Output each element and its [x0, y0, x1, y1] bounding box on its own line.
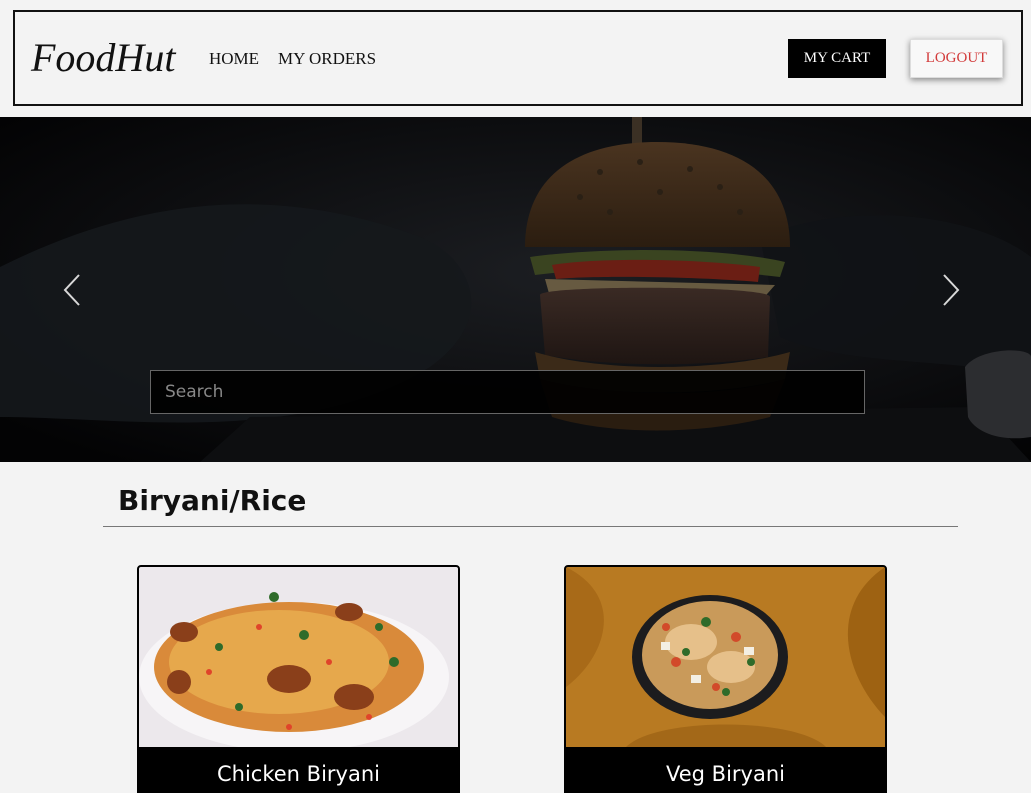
nav-link-home[interactable]: HOME — [209, 49, 259, 69]
logout-button[interactable]: LOGOUT — [910, 39, 1003, 78]
brand-logo[interactable]: FoodHut — [31, 34, 175, 82]
category-title: Biryani/Rice — [118, 484, 307, 517]
my-cart-button[interactable]: MY CART — [788, 39, 886, 78]
search-input[interactable] — [150, 370, 865, 414]
chicken-biryani-image — [139, 567, 458, 747]
nav-link-my-orders[interactable]: MY ORDERS — [278, 49, 376, 69]
hero-carousel — [0, 117, 1031, 462]
navbar: FoodHut HOME MY ORDERS MY CART LOGOUT — [13, 10, 1023, 106]
carousel-prev-button[interactable] — [60, 272, 84, 308]
food-card-veg-biryani[interactable]: Veg Biryani — [564, 565, 887, 793]
carousel-next-button[interactable] — [939, 272, 963, 308]
food-name-label: Veg Biryani — [566, 749, 885, 793]
food-card-chicken-biryani[interactable]: Chicken Biryani — [137, 565, 460, 793]
food-name-label: Chicken Biryani — [139, 749, 458, 793]
chevron-right-icon — [943, 274, 960, 306]
chevron-left-icon — [63, 274, 80, 306]
veg-biryani-image — [566, 567, 885, 747]
category-divider — [103, 526, 958, 527]
